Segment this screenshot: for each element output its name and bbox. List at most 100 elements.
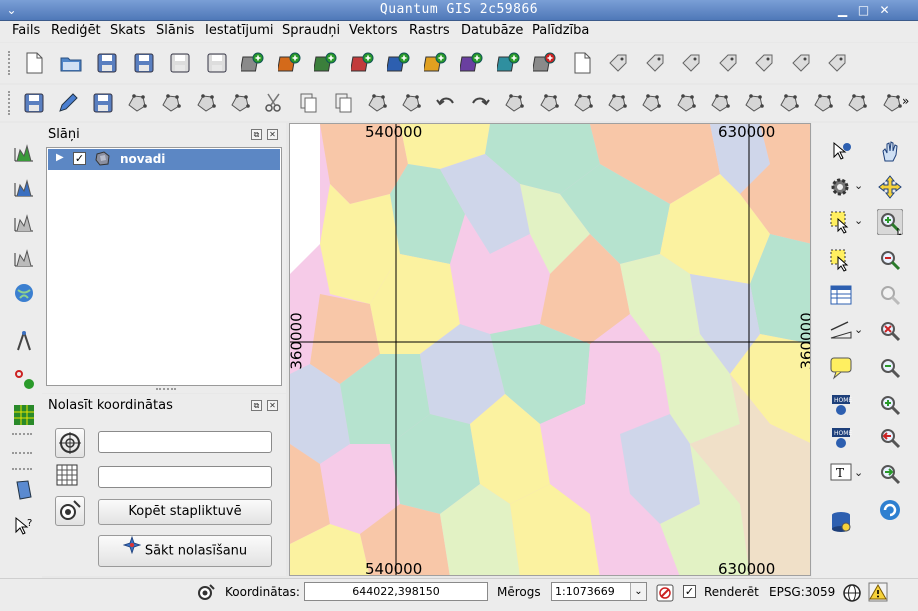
menu-vector[interactable]: Vektors [349,23,398,38]
menu-raster[interactable]: Rastrs [409,23,450,38]
save-edits-icon[interactable] [91,91,115,115]
database-icon[interactable] [828,509,854,535]
chevron-down-icon[interactable]: ⌄ [854,179,863,192]
start-capture-button[interactable]: Sākt nolasīšanu [98,535,272,567]
histogram-stretch-icon[interactable] [12,175,36,199]
chevron-down-icon[interactable]: ⌄ [630,583,646,600]
label-move-icon[interactable] [752,51,776,75]
pdf-book-icon[interactable] [12,478,36,502]
delete-ring-icon[interactable] [639,91,663,115]
histogram-icon[interactable] [12,140,36,164]
split-features-icon[interactable] [777,91,801,115]
show-bookmarks-icon[interactable]: HOME [828,425,854,451]
stop-render-icon[interactable] [655,583,675,606]
zoom-to-selection-icon[interactable] [877,318,903,344]
coordinate-display[interactable]: 644022,398150 [304,582,488,601]
cut-features-icon[interactable] [262,91,286,115]
coordinate-field-2[interactable] [98,466,272,488]
delete-selected-icon[interactable] [228,91,252,115]
zoom-in-icon[interactable] [877,209,903,235]
add-wcs-layer-icon[interactable] [460,51,484,75]
menu-view[interactable]: Skats [110,23,145,38]
add-postgis-layer-icon[interactable] [314,51,338,75]
measure-icon[interactable] [12,329,36,353]
close-panel-icon[interactable]: ✕ [267,129,278,140]
zoom-next-icon[interactable] [877,461,903,487]
merge-features-icon[interactable] [811,91,835,115]
layer-row[interactable]: ▶ ✓ novadi [48,149,280,170]
map-crs-button[interactable] [55,496,85,526]
new-print-composer-icon[interactable] [168,51,192,75]
close-panel-icon[interactable]: ✕ [267,400,278,411]
maximize-icon[interactable]: □ [855,2,872,18]
identify-icon[interactable] [828,139,854,165]
label-pin-icon[interactable] [679,51,703,75]
redo-icon[interactable] [468,91,492,115]
toolbar-overflow-icon[interactable]: » [902,94,909,108]
zoom-to-layer-icon[interactable] [877,355,903,381]
label-rotate-icon[interactable] [789,51,813,75]
zoom-last-icon[interactable] [877,425,903,451]
float-panel-icon[interactable]: ⧉ [251,400,262,411]
vertex-a-icon[interactable] [365,91,389,115]
chevron-down-icon[interactable]: ⌄ [854,214,863,227]
menu-edit[interactable]: Rediģēt [51,23,101,38]
crs-status[interactable]: EPSG:3059 [769,585,835,599]
whats-this-icon[interactable]: ? [12,514,36,538]
save-project-icon[interactable] [95,51,119,75]
node-tool-icon[interactable] [194,91,218,115]
menu-settings[interactable]: Iestatījumi [205,23,274,38]
refresh-icon[interactable] [877,497,903,523]
label-change-icon[interactable] [825,51,849,75]
splitter-handle[interactable] [156,388,176,391]
messages-warning-icon[interactable] [868,582,888,605]
georeferencer-icon[interactable] [12,281,36,305]
spell-check-icon[interactable] [606,51,630,75]
chevron-down-icon[interactable]: ⌄ [854,323,863,336]
add-wms-layer-icon[interactable] [423,51,448,75]
label-show-icon[interactable] [716,51,740,75]
vertex-b-icon[interactable] [399,91,423,115]
pan-to-selection-icon[interactable] [877,174,903,200]
paste-features-icon[interactable] [331,91,355,115]
print-icon[interactable] [205,51,229,75]
projection-globe-icon[interactable] [842,583,862,606]
expand-arrow-icon[interactable]: ▶ [56,152,64,163]
coordinate-field-1[interactable] [98,431,272,453]
close-icon[interactable]: ✕ [876,2,893,18]
rotate-point-icon[interactable] [880,91,904,115]
delete-part-icon[interactable] [674,91,698,115]
add-feature-icon[interactable] [125,91,149,115]
move-feature-icon[interactable] [159,91,183,115]
text-annotation-icon[interactable]: T [828,461,854,487]
measure-line-icon[interactable] [828,318,854,344]
select-icon[interactable] [828,209,854,235]
float-panel-icon[interactable]: ⧉ [251,129,262,140]
menu-layer[interactable]: Slānis [156,23,194,38]
open-project-icon[interactable] [59,51,83,75]
zoom-full-disabled-icon[interactable] [877,282,903,308]
layer-tree[interactable]: ▶ ✓ novadi [46,147,282,386]
undo-icon[interactable] [434,91,458,115]
add-delimited-icon[interactable] [12,403,36,427]
coordinate-capture-icon[interactable] [196,582,216,605]
deselect-icon[interactable] [828,247,854,273]
histogram-disabled-icon[interactable] [12,210,36,234]
copy-to-clipboard-button[interactable]: Kopēt stapliktuvē [98,499,272,525]
render-checkbox[interactable]: ✓ [683,585,696,598]
toolbar-grip[interactable] [8,51,11,75]
menu-help[interactable]: Palīdzība [532,23,589,38]
add-part-icon[interactable] [571,91,595,115]
layer-checkbox[interactable]: ✓ [73,152,86,165]
add-ring-icon[interactable] [537,91,561,115]
crs-select-button[interactable] [55,428,85,458]
menu-file[interactable]: Fails [12,23,40,38]
attribute-table-icon[interactable] [828,282,854,308]
add-wfs-layer-icon[interactable] [496,51,521,75]
simplify-icon[interactable] [502,91,526,115]
chevron-down-icon[interactable]: ⌄ [854,466,863,479]
save-as-icon[interactable] [132,51,156,75]
map-canvas[interactable]: 540000 630000 540000 630000 360000 36000… [289,123,811,576]
pan-icon[interactable] [877,139,903,165]
add-raster-layer-icon[interactable] [277,51,302,75]
